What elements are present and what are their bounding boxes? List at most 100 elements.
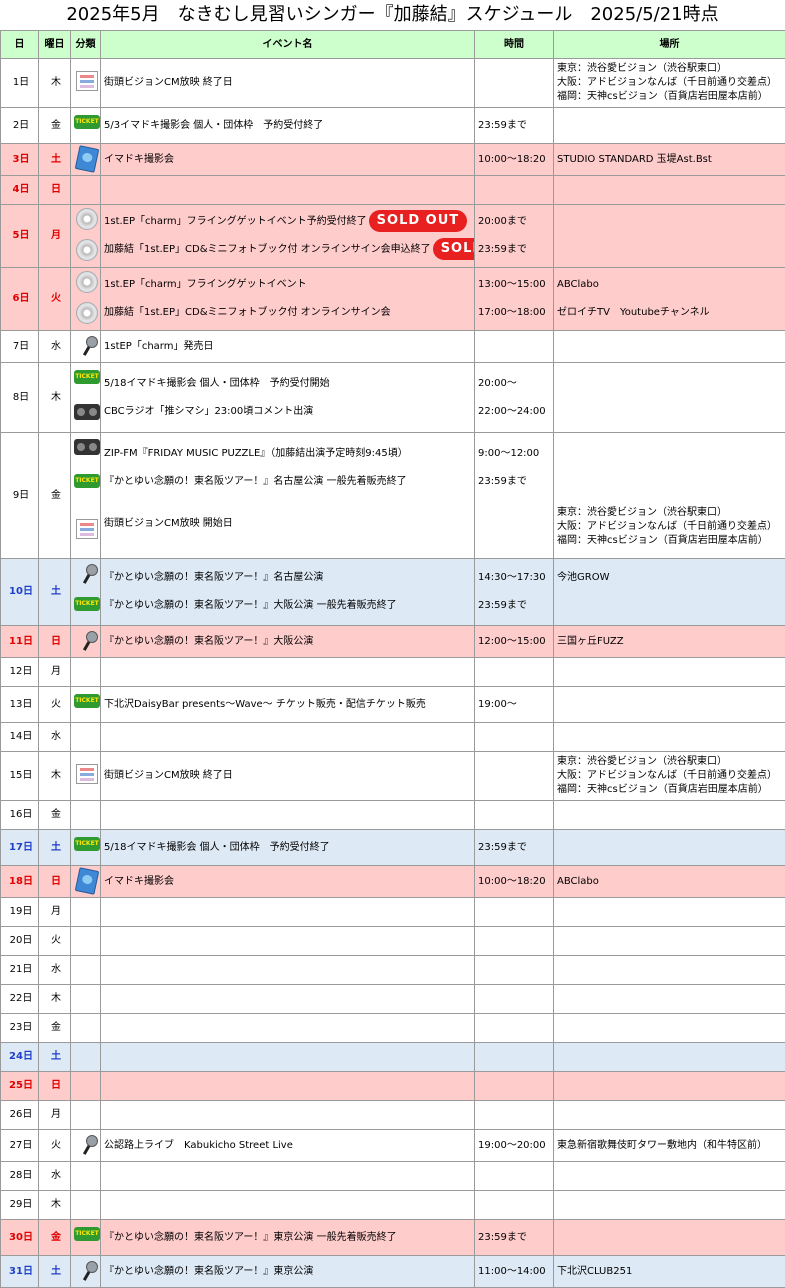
day-cell: 28日 [1, 1162, 39, 1191]
icon-slot [74, 658, 100, 686]
event-time [478, 801, 553, 829]
place-cell [554, 1101, 785, 1130]
place-cell [554, 176, 785, 205]
place-text: STUDIO STANDARD 玉堤Ast.Bst [557, 154, 712, 165]
place-cell [554, 898, 785, 927]
event-time [478, 723, 553, 751]
icon-slot: TICKET [74, 837, 100, 865]
category-cell [71, 752, 101, 801]
header-time: 時間 [475, 31, 554, 59]
time-cell: 23:59まで [475, 1220, 554, 1256]
category-cell [71, 144, 101, 176]
day-cell: 1日 [1, 59, 39, 108]
icon-slot [74, 956, 100, 984]
event-name [104, 1072, 474, 1100]
weekday-cell: 木 [39, 985, 71, 1014]
event-time: 12:00～15:00 [478, 628, 553, 656]
event-cell: 『かとゆい念願の！東名阪ツアー！』東京公演 [101, 1256, 475, 1288]
vision-icon [76, 764, 98, 784]
place-text [557, 592, 785, 620]
place-line: 大阪：アドビジョンなんば（千日前通り交差点） [557, 520, 785, 534]
event-time [478, 1101, 553, 1129]
time-cell: 23:59まで [475, 108, 554, 144]
icon-slot [74, 239, 100, 267]
place-block: 東京：渋谷愛ビジョン（渋谷駅東口）大阪：アドビジョンなんば（千日前通り交差点）福… [557, 496, 785, 552]
event-cell: 街頭ビジョンCM放映 終了日 [101, 752, 475, 801]
icon-slot [74, 302, 100, 330]
day-cell: 17日 [1, 830, 39, 866]
event-cell: ZIP-FM『FRIDAY MUSIC PUZZLE』（加藤結出演予定時刻9:4… [101, 433, 475, 559]
day-cell: 21日 [1, 956, 39, 985]
event-time [478, 69, 553, 97]
event-name: 『かとゆい念願の！東名阪ツアー！』大阪公演 [104, 628, 474, 656]
event-cell: イマドキ撮影会 [101, 144, 475, 176]
day-cell: 18日 [1, 866, 39, 898]
icon-slot [74, 502, 100, 558]
event-name-text: 『かとゆい念願の！東名阪ツアー！』名古屋公演 [104, 572, 323, 583]
day-cell: 2日 [1, 108, 39, 144]
event-name: 加藤結「1st.EP」CD&ミニフォトブック付 オンラインサイン会 [104, 299, 474, 327]
event-name: 『かとゆい念願の！東名阪ツアー！』大阪公演 一般先着販売終了 [104, 592, 474, 620]
event-name [104, 801, 474, 829]
icon-slot [74, 271, 100, 299]
table-row: 28日水 [1, 1162, 785, 1191]
icon-slot: TICKET [74, 115, 100, 143]
weekday-cell: 水 [39, 1162, 71, 1191]
weekday-cell: 火 [39, 268, 71, 331]
weekday-cell: 日 [39, 176, 71, 205]
weekday-cell: 金 [39, 1014, 71, 1043]
category-cell [71, 801, 101, 830]
ticket-icon: TICKET [74, 370, 100, 384]
event-name [104, 176, 474, 204]
event-name [104, 956, 474, 984]
mic-icon [75, 562, 99, 584]
weekday-cell: 日 [39, 866, 71, 898]
icon-slot [74, 898, 100, 926]
place-cell [554, 108, 785, 144]
vision-icon [76, 71, 98, 91]
radio-icon [74, 404, 100, 420]
table-row: 21日水 [1, 956, 785, 985]
table-row: 12日月 [1, 658, 785, 687]
table-row: 22日木 [1, 985, 785, 1014]
day-cell: 6日 [1, 268, 39, 331]
place-cell [554, 331, 785, 363]
event-time [478, 496, 553, 552]
category-cell: TICKET [71, 108, 101, 144]
event-name: 加藤結「1st.EP」CD&ミニフォトブック付 オンラインサイン会申込終了SOL… [104, 236, 474, 264]
event-cell: 1st.EP「charm」フライングゲットイベント加藤結「1st.EP」CD&ミ… [101, 268, 475, 331]
icon-slot [74, 927, 100, 955]
event-time [478, 1014, 553, 1042]
category-cell: TICKET [71, 363, 101, 433]
place-cell [554, 830, 785, 866]
weekday-cell: 土 [39, 1256, 71, 1288]
table-row: 9日金TICKETZIP-FM『FRIDAY MUSIC PUZZLE』（加藤結… [1, 433, 785, 559]
table-row: 27日火公認路上ライブ Kabukicho Street Live19:00～2… [1, 1130, 785, 1162]
place-line: 大阪：アドビジョンなんば（千日前通り交差点） [557, 769, 785, 783]
header-row: 日 曜日 分類 イベント名 時間 場所 [1, 31, 785, 59]
category-cell [71, 205, 101, 268]
icon-slot [74, 764, 100, 792]
time-cell: 13:00～15:0017:00～18:00 [475, 268, 554, 331]
event-name [104, 927, 474, 955]
mic-icon [75, 1259, 99, 1281]
time-cell: 20:00～22:00～24:00 [475, 363, 554, 433]
event-name [104, 898, 474, 926]
time-cell [475, 1191, 554, 1220]
event-time: 19:00～20:00 [478, 1132, 553, 1160]
place-cell [554, 1162, 785, 1191]
sold-out-badge: SOLD OUT [369, 210, 468, 232]
icon-slot [74, 71, 100, 99]
time-cell [475, 331, 554, 363]
place-text: ABClabo [557, 271, 785, 299]
ticket-icon: TICKET [74, 694, 100, 708]
sold-out-badge: SOLD OUT [433, 238, 475, 260]
place-text [557, 440, 785, 468]
event-name-text: 5/3イマドキ撮影会 個人・団体枠 予約受付終了 [104, 120, 323, 131]
event-name: 公認路上ライブ Kabukicho Street Live [104, 1132, 474, 1160]
icon-slot [74, 1101, 100, 1129]
event-name-text: 街頭ビジョンCM放映 終了日 [104, 770, 233, 781]
place-line: 大阪：アドビジョンなんば（千日前通り交差点） [557, 76, 785, 90]
place-text: ゼロイチTV Youtubeチャンネル [557, 299, 785, 327]
day-cell: 29日 [1, 1191, 39, 1220]
